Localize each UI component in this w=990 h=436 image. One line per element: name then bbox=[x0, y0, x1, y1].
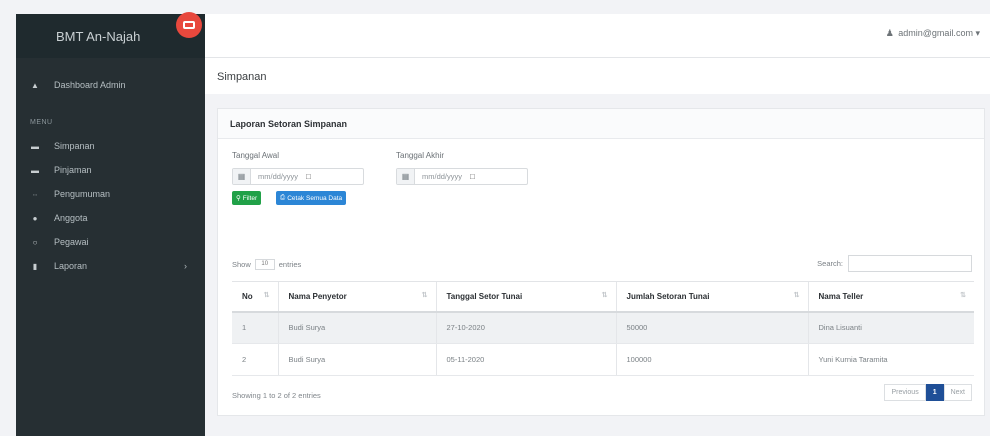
table-cell: 50000 bbox=[615, 311, 808, 344]
show-entries: Show 10 entries bbox=[232, 259, 301, 270]
card-title: Laporan Setoran Simpanan bbox=[230, 118, 348, 129]
column-header-no[interactable]: No ⇅ bbox=[232, 281, 278, 313]
sidebar-item-pengumuman[interactable]: ∙∙ Pengumuman bbox=[16, 182, 205, 206]
entries-select-value: 10 bbox=[261, 261, 269, 267]
print-button-label: Cetak Semua Data bbox=[287, 194, 343, 202]
page-title: Simpanan bbox=[217, 71, 267, 83]
app-window: BMT An-Najah ▲ Dashboard Admin MENU ▬ Si… bbox=[0, 0, 990, 436]
sort-icon: ⇅ bbox=[960, 292, 966, 299]
search-label: Search: bbox=[817, 259, 843, 268]
chevron-right-icon: › bbox=[184, 261, 187, 271]
calendar-icon: ▦ bbox=[397, 169, 415, 184]
page-header: Simpanan bbox=[205, 58, 990, 94]
menu-section-label: MENU bbox=[30, 119, 53, 126]
page-1-button[interactable]: 1 bbox=[925, 384, 944, 401]
end-date-input[interactable]: ▦ mm/dd/yyyy □ bbox=[396, 168, 528, 185]
print-all-button[interactable]: ⎙ Cetak Semua Data bbox=[276, 191, 347, 205]
column-header-jumlah-setoran[interactable]: Jumlah Setoran Tunai ⇅ bbox=[615, 281, 808, 313]
sort-icon: ⇅ bbox=[793, 292, 800, 299]
sidebar-item-anggota[interactable]: ● Anggota bbox=[16, 206, 205, 230]
search-input[interactable] bbox=[848, 255, 972, 272]
user-email: admin@gmail.com bbox=[898, 28, 973, 38]
report-card: Laporan Setoran Simpanan Tanggal Awal Ta… bbox=[217, 108, 985, 416]
search-box: Search: bbox=[817, 255, 972, 272]
table-cell: 1 bbox=[232, 311, 278, 344]
calendar-icon: ▦ bbox=[233, 169, 251, 184]
table-cell: Yuni Kurnia Taramita bbox=[807, 343, 974, 376]
sidebar-item-pinjaman[interactable]: ▬ Pinjaman bbox=[16, 158, 205, 182]
sidebar-item-dashboard[interactable]: ▲ Dashboard Admin bbox=[16, 73, 205, 97]
date-picker-icon[interactable]: □ bbox=[470, 172, 475, 181]
start-date-input[interactable]: ▦ mm/dd/yyyy □ bbox=[232, 168, 364, 185]
table-cell: 2 bbox=[232, 343, 278, 376]
header-label: Nama Teller bbox=[818, 291, 864, 301]
header-label: No bbox=[242, 291, 253, 301]
sidebar-item-label: Laporan bbox=[54, 261, 88, 271]
sidebar-item-pegawai[interactable]: ○ Pegawai bbox=[16, 230, 205, 254]
header-label: Tanggal Setor Tunai bbox=[446, 291, 523, 301]
table-cell: Budi Surya bbox=[277, 343, 436, 376]
start-date-label: Tanggal Awal bbox=[232, 151, 279, 160]
users-icon: ● bbox=[32, 213, 38, 223]
table-header-row: No ⇅ Nama Penyetor ⇅ Tanggal Setor Tunai ⇅ … bbox=[232, 281, 974, 313]
sort-icon: ⇅ bbox=[421, 292, 428, 299]
sidebar-item-laporan[interactable]: ▮ Laporan › bbox=[16, 254, 205, 278]
user-menu[interactable]: ♟ admin@gmail.com ▾ bbox=[886, 28, 980, 39]
end-date-value: mm/dd/yyyy bbox=[422, 172, 463, 181]
sidebar-item-label: Simpanan bbox=[54, 141, 95, 151]
table-row: 2 Budi Surya 05-11-2020 100000 Yuni Kurn… bbox=[232, 343, 974, 376]
caret-down-icon: ▾ bbox=[975, 28, 980, 38]
brand-title: BMT An-Najah bbox=[56, 28, 141, 44]
end-date-label: Tanggal Akhir bbox=[396, 151, 445, 160]
user-icon: ○ bbox=[32, 237, 38, 247]
next-page-button[interactable]: Next bbox=[943, 384, 972, 401]
previous-page-button[interactable]: Previous bbox=[884, 384, 926, 401]
chart-icon: ▮ bbox=[32, 261, 38, 271]
print-icon: ⎙ bbox=[280, 194, 286, 201]
report-table: No ⇅ Nama Penyetor ⇅ Tanggal Setor Tunai ⇅ … bbox=[232, 281, 974, 376]
column-header-nama-penyetor[interactable]: Nama Penyetor ⇅ bbox=[277, 281, 436, 313]
column-header-tanggal-setor[interactable]: Tanggal Setor Tunai ⇅ bbox=[435, 281, 616, 313]
sidebar-item-label: Pinjaman bbox=[54, 165, 92, 175]
monitor-icon bbox=[183, 21, 195, 29]
entries-select[interactable]: 10 bbox=[254, 259, 275, 270]
topbar: ♟ admin@gmail.com ▾ bbox=[205, 14, 990, 58]
filter-button[interactable]: ⚲ Filter bbox=[232, 191, 262, 205]
header-label: Nama Penyetor bbox=[288, 291, 347, 301]
sidebar-item-label: Dashboard Admin bbox=[54, 80, 126, 90]
sidebar-item-simpanan[interactable]: ▬ Simpanan bbox=[16, 134, 205, 158]
show-label: Show bbox=[232, 260, 251, 269]
entries-label: entries bbox=[278, 260, 302, 269]
sidebar: BMT An-Najah ▲ Dashboard Admin MENU ▬ Si… bbox=[16, 14, 205, 436]
header-label: Jumlah Setoran Tunai bbox=[626, 291, 710, 301]
table-cell: 05-11-2020 bbox=[435, 343, 616, 376]
sidebar-toggle-button[interactable] bbox=[176, 12, 202, 38]
sidebar-item-label: Anggota bbox=[54, 213, 88, 223]
user-icon: ♟ bbox=[885, 28, 894, 38]
table-cell: Dina Lisuanti bbox=[807, 311, 974, 344]
table-cell: 27-10-2020 bbox=[435, 311, 616, 344]
megaphone-icon: ∙∙ bbox=[32, 189, 38, 199]
filter-button-label: Filter bbox=[242, 194, 258, 202]
sort-icon: ⇅ bbox=[601, 292, 608, 299]
table-info: Showing 1 to 2 of 2 entries bbox=[232, 391, 321, 400]
search-icon: ⚲ bbox=[236, 195, 241, 202]
start-date-value: mm/dd/yyyy bbox=[258, 172, 299, 181]
table-cell: 100000 bbox=[615, 343, 808, 376]
date-picker-icon[interactable]: □ bbox=[306, 172, 311, 181]
sidebar-item-label: Pengumuman bbox=[54, 189, 111, 199]
column-header-nama-teller[interactable]: Nama Teller ⇅ bbox=[807, 281, 974, 313]
table-row: 1 Budi Surya 27-10-2020 50000 Dina Lisua… bbox=[232, 311, 974, 344]
list-icon: ▬ bbox=[31, 165, 39, 175]
pagination: Previous 1 Next bbox=[884, 384, 972, 401]
sidebar-item-label: Pegawai bbox=[54, 237, 89, 247]
card-header: Laporan Setoran Simpanan bbox=[218, 109, 984, 139]
home-icon: ▲ bbox=[31, 80, 39, 90]
list-icon: ▬ bbox=[31, 141, 39, 151]
sort-icon: ⇅ bbox=[263, 292, 270, 299]
table-cell: Budi Surya bbox=[277, 311, 436, 344]
